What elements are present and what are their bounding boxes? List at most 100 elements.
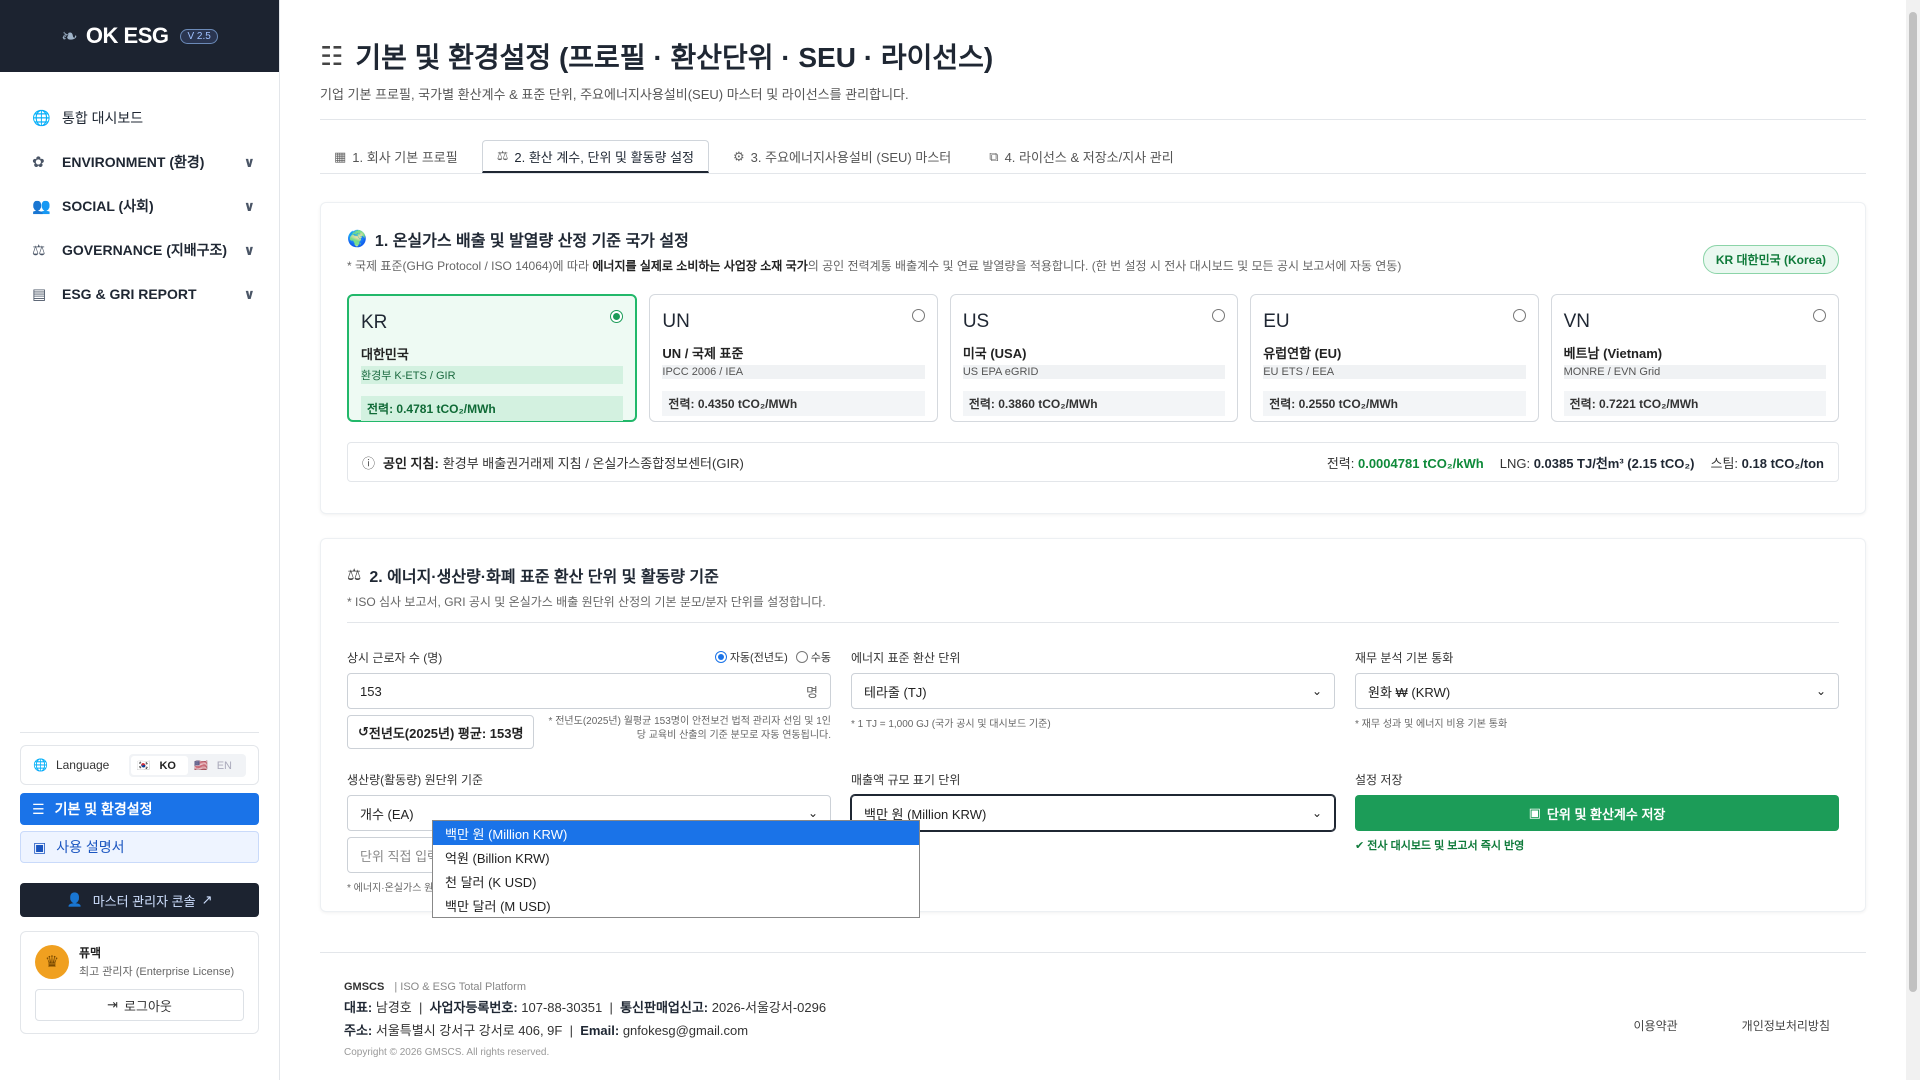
sidebar-bottom: 🌐 Language 🇰🇷 KO 🇺🇸 EN ☰ 기본 및 환경설정 ▣ 사용 … — [20, 732, 259, 1034]
nav-item-report[interactable]: ▤ ESG & GRI REPORT ∨ — [32, 272, 255, 316]
country-code: US — [962, 311, 990, 332]
energy-unit-value: 테라줄 (TJ) — [864, 684, 927, 700]
info-value: 서울특별시 강서구 강서로 406, 9F — [375, 1023, 563, 1038]
settings-label: 기본 및 환경설정 — [54, 801, 153, 817]
tab-label: 1. 회사 기본 프로필 — [352, 150, 458, 165]
revenue-unit-select[interactable]: 백만 원 (Million KRW) ⌄ — [851, 795, 1335, 831]
footer-company: GMSCS — [344, 981, 385, 993]
brand-header[interactable]: ❧ OK ESG V 2.5 — [0, 0, 279, 72]
user-name: 퓨맥 — [79, 946, 102, 960]
nav-label: ESG & GRI REPORT — [62, 286, 197, 302]
country-card-kr[interactable]: KR 대한민국 환경부 K-ETS / GIR 전력: 0.4781 tCO₂/… — [347, 294, 638, 422]
chevron-down-icon: ⌄ — [1311, 684, 1322, 698]
save-units-button[interactable]: ▣ 단위 및 환산계수 저장 — [1355, 795, 1839, 831]
stat-value: 0.0004781 tCO₂/kWh — [1357, 455, 1484, 471]
terms-link[interactable]: 이용약관 — [1634, 1017, 1678, 1034]
country-name: UN / 국제 표준 — [662, 346, 744, 361]
dropdown-option[interactable]: 천 달러 (K USD) — [433, 869, 919, 893]
info-label: 주소: — [344, 1023, 373, 1038]
previous-year-label: 전년도(2025년) 평균: 153명 — [368, 725, 524, 741]
section-title: 🌍 1. 온실가스 배출 및 발열량 산정 기준 국가 설정 — [347, 227, 1839, 251]
check-circle-icon: ✔ — [1355, 840, 1365, 852]
radio-dot — [714, 651, 727, 663]
building-icon: ▦ — [334, 148, 347, 164]
dropdown-option[interactable]: 억원 (Billion KRW) — [433, 845, 919, 869]
report-icon: ▤ — [32, 286, 47, 303]
language-switcher: 🌐 Language 🇰🇷 KO 🇺🇸 EN — [20, 745, 259, 785]
lng-stat: LNG: 0.0385 TJ/천m³ (2.15 tCO₂) — [1500, 453, 1695, 472]
tab-label: 2. 환산 계수, 단위 및 활동량 설정 — [514, 149, 695, 165]
logout-button[interactable]: ⇥ 로그아웃 — [35, 989, 244, 1021]
energy-unit-hint: * 1 TJ = 1,000 GJ (국가 공시 및 대시보드 기준) — [851, 719, 1051, 730]
country-card-vn[interactable]: VN 베트남 (Vietnam) MONRE / EVN Grid 전력: 0.… — [1550, 294, 1840, 422]
auto-radio-label: 자동(전년도) — [729, 652, 788, 664]
currency-value: 원화 ₩ (KRW) — [1368, 684, 1451, 700]
scale-icon: ⚖ — [32, 242, 46, 259]
nav-item-dashboard[interactable]: 🌐 통합 대시보드 — [32, 96, 255, 140]
admin-icon: 👤 — [66, 892, 83, 907]
auto-radio[interactable]: 자동(전년도) — [714, 649, 788, 665]
dropdown-option[interactable]: 백만 달러 (M USD) — [433, 893, 919, 917]
user-row: ♛ 퓨맥 최고 관리자 (Enterprise License) — [35, 944, 244, 979]
country-name: 유럽연합 (EU) — [1263, 346, 1342, 361]
sidebar-nav: 🌐 통합 대시보드 ✿ ENVIRONMENT (환경) ∨ 👥 SOCIAL … — [0, 72, 279, 316]
energy-unit-select[interactable]: 테라줄 (TJ) ⌄ — [851, 673, 1335, 709]
manual-radio[interactable]: 수동 — [795, 649, 831, 665]
tab-conversion-units[interactable]: ⚖ 2. 환산 계수, 단위 및 활동량 설정 — [481, 140, 710, 173]
previous-year-average-button[interactable]: ↺ 전년도(2025년) 평균: 153명 — [347, 715, 535, 749]
radio-button[interactable] — [1813, 309, 1827, 322]
country-name: 대한민국 — [361, 347, 409, 362]
info-label: 대표: — [344, 1000, 373, 1015]
power-factor: 전력: 0.3860 tCO₂/MWh — [962, 391, 1226, 416]
lang-ko-button[interactable]: 🇰🇷 KO — [130, 755, 188, 775]
manual-button[interactable]: ▣ 사용 설명서 — [20, 831, 259, 863]
tab-company-profile[interactable]: ▦ 1. 회사 기본 프로필 — [320, 140, 472, 173]
country-card-eu[interactable]: EU 유럽연합 (EU) EU ETS / EEA 전력: 0.2550 tCO… — [1250, 294, 1539, 422]
currency-hint: * 재무 성과 및 에너지 비용 기본 통화 — [1355, 719, 1508, 730]
revenue-unit-dropdown: 백만 원 (Million KRW) 억원 (Billion KRW) 천 달러… — [432, 820, 920, 918]
footer-business-info: 대표: 남경호 | 사업자등록번호: 107-88-30351 | 통신판매업신… — [344, 1000, 827, 1015]
country-card-us[interactable]: US 미국 (USA) US EPA eGRID 전력: 0.3860 tCO₂… — [949, 294, 1239, 422]
energy-unit-label: 에너지 표준 환산 단위 — [851, 650, 961, 665]
scrollbar[interactable] — [1906, 0, 1920, 1080]
radio-button[interactable] — [911, 309, 925, 322]
desc-part: 의 공인 전력계통 배출계수 및 연료 발열량을 적용합니다. (한 번 설정 … — [807, 259, 1402, 273]
currency-field-group: 재무 분석 기본 통화 원화 ₩ (KRW) ⌄ * 재무 성과 및 에너지 비… — [1355, 647, 1839, 749]
workers-field-group: 상시 근로자 수 (명) 자동(전년도) 수동 153 명 ↺ 전년도(2025… — [347, 647, 831, 749]
master-console-button[interactable]: 👤 마스터 관리자 콘솔 ↗ — [20, 883, 259, 917]
globe-icon: 🌍 — [347, 231, 367, 248]
tab-license[interactable]: ⧉ 4. 라이선스 & 저장소/지사 관리 — [975, 140, 1187, 173]
power-factor: 전력: 0.4350 tCO₂/MWh — [662, 391, 925, 416]
info-value: gnfokesg@gmail.com — [622, 1023, 749, 1038]
save-field-group: 설정 저장 ▣ 단위 및 환산계수 저장 ✔ 전사 대시보드 및 보고서 즉시 … — [1355, 769, 1839, 894]
field-label-row: 상시 근로자 수 (명) 자동(전년도) 수동 — [347, 647, 831, 667]
privacy-link[interactable]: 개인정보처리방침 — [1742, 1017, 1830, 1034]
radio-button[interactable] — [1512, 309, 1526, 322]
scrollbar-thumb[interactable] — [1909, 12, 1917, 992]
nav-item-environment[interactable]: ✿ ENVIRONMENT (환경) ∨ — [32, 140, 255, 184]
revenue-field-group: 매출액 규모 표기 단위 백만 원 (Million KRW) ⌄ — [851, 769, 1335, 894]
leaf-icon: ❧ — [61, 25, 78, 48]
country-source: MONRE / EVN Grid — [1563, 365, 1827, 379]
divider — [320, 119, 1866, 120]
sliders-icon: ☷ — [320, 40, 344, 71]
sitemap-icon: ⧉ — [989, 148, 999, 164]
nav-item-governance[interactable]: ⚖ GOVERNANCE (지배구조) ∨ — [32, 228, 255, 272]
language-toggle: 🇰🇷 KO 🇺🇸 EN — [128, 753, 246, 777]
workers-input[interactable]: 153 명 — [347, 673, 831, 709]
settings-button[interactable]: ☰ 기본 및 환경설정 — [20, 793, 259, 825]
logout-icon: ⇥ — [107, 997, 119, 1012]
country-card-un[interactable]: UN UN / 국제 표준 IPCC 2006 / IEA 전력: 0.4350… — [649, 294, 938, 422]
lang-en-button[interactable]: 🇺🇸 EN — [188, 756, 244, 775]
dropdown-option[interactable]: 백만 원 (Million KRW) — [433, 821, 919, 845]
revenue-unit-value: 백만 원 (Million KRW) — [864, 806, 987, 822]
history-icon: ↺ — [358, 724, 369, 739]
stat-value: 0.18 tCO₂/ton — [1741, 455, 1824, 471]
page-subtitle: 기업 기본 프로필, 국가별 환산계수 & 표준 단위, 주요에너지사용설비(S… — [320, 87, 909, 102]
stat-label: 전력: — [1326, 455, 1355, 471]
nav-item-social[interactable]: 👥 SOCIAL (사회) ∨ — [32, 184, 255, 228]
currency-select[interactable]: 원화 ₩ (KRW) ⌄ — [1355, 673, 1839, 709]
footer-copyright: Copyright © 2026 GMSCS. All rights reser… — [344, 1047, 550, 1058]
divider — [347, 622, 1839, 623]
tab-seu-master[interactable]: ⚙ 3. 주요에너지사용설비 (SEU) 마스터 — [719, 140, 965, 173]
